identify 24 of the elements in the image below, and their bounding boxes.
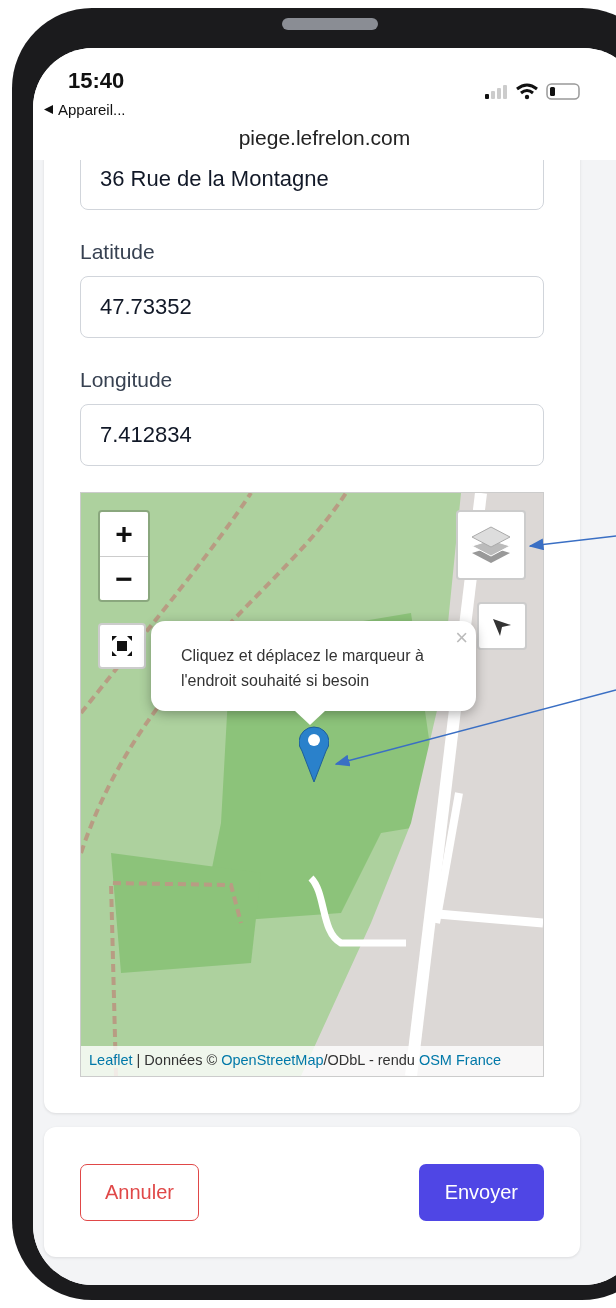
input-field[interactable]: 47.73352 (80, 276, 544, 338)
input-field[interactable]: 36 Rue de la Montagne (80, 160, 544, 210)
layers-icon (470, 525, 512, 565)
layers-button[interactable] (456, 510, 526, 580)
attribution-link[interactable]: OSM France (418, 1052, 502, 1068)
url-text: piege.lefrelon.com (237, 126, 412, 150)
fullscreen-button[interactable] (98, 623, 146, 669)
map-marker-icon[interactable] (299, 725, 329, 783)
attribution-link[interactable]: OpenStreetMap (221, 1052, 324, 1068)
zoom-out-button[interactable]: − (100, 556, 148, 600)
map-attribution: Leaflet | Données © OpenStreetMap/ODbL - rendu OSM France (81, 1046, 543, 1076)
field-label: Longitude (80, 368, 174, 392)
back-triangle-icon (43, 104, 54, 115)
input-field[interactable]: 7.412834 (80, 404, 544, 466)
attribution-link[interactable]: Leaflet (89, 1052, 133, 1068)
field-label: Latitude (80, 240, 156, 264)
submit-button[interactable]: Envoyer (418, 1163, 544, 1221)
back-link[interactable]: Appareil... (43, 101, 126, 118)
popup-text: Cliquez et déplacez le marqueur à l'endroit souhaité si besoin (181, 647, 424, 689)
fullscreen-icon (111, 635, 133, 657)
locate-button[interactable] (477, 602, 527, 650)
status-time: 15:40 (68, 68, 125, 94)
zoom-in-button[interactable]: + (100, 512, 148, 556)
cancel-button[interactable]: Annuler (80, 1163, 199, 1221)
